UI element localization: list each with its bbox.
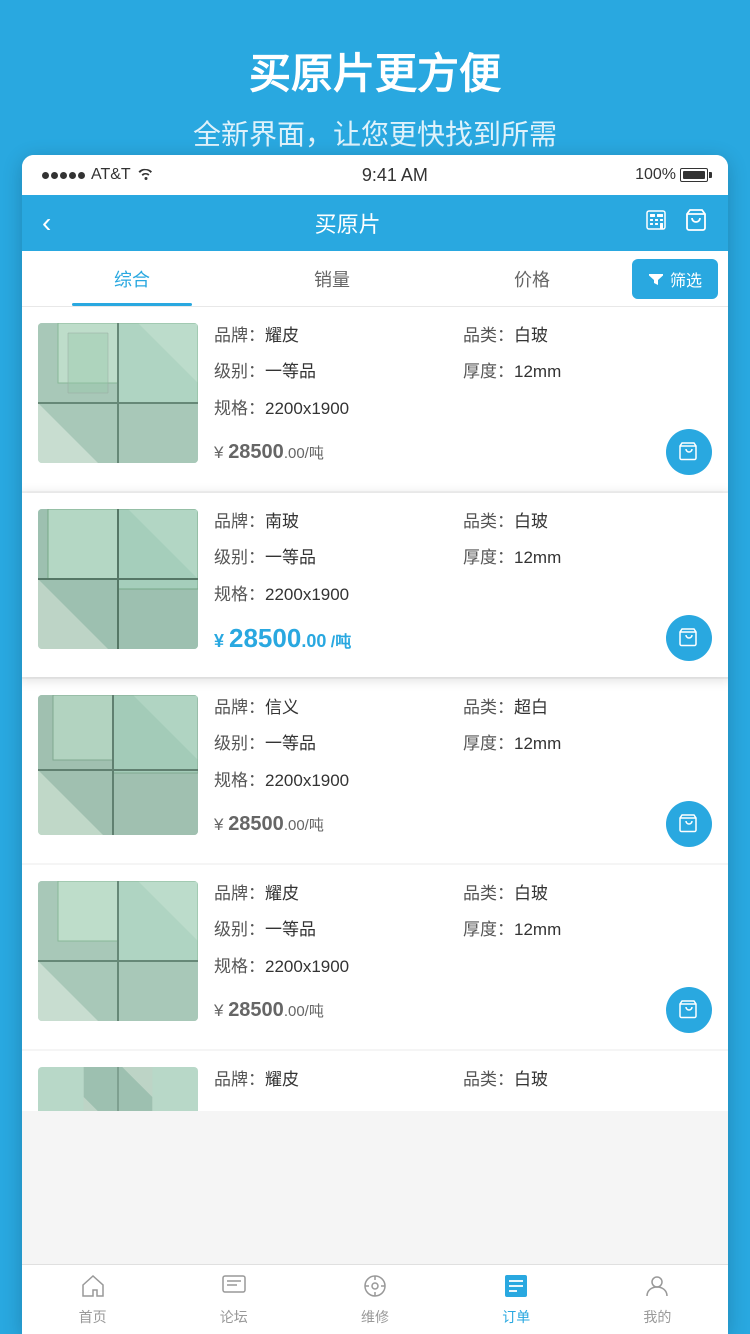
tab-label-repair: 维修 xyxy=(361,1307,389,1327)
tab-label-forum: 论坛 xyxy=(220,1307,248,1327)
product-image-5 xyxy=(38,1067,198,1111)
tab-bar: 首页 论坛 维修 订单 我的 xyxy=(22,1264,728,1334)
sort-item-comprehensive[interactable]: 综合 xyxy=(32,251,232,306)
nav-icons xyxy=(644,208,708,238)
add-to-cart-2[interactable] xyxy=(666,615,712,661)
product-image-3 xyxy=(38,695,198,835)
cart-icon[interactable] xyxy=(684,208,708,238)
add-to-cart-4[interactable] xyxy=(666,987,712,1033)
product-card-2: 品牌：南玻 品类：白玻 级别：一等品 厚度：12mm 规格：2200x1900 … xyxy=(22,493,728,677)
forum-icon xyxy=(221,1273,247,1303)
product-list: 品牌：耀皮 品类：白玻 级别：一等品 厚度：12mm 规格：2200x1900 … xyxy=(22,307,728,1264)
home-icon xyxy=(80,1273,106,1303)
product-card-1: 品牌：耀皮 品类：白玻 级别：一等品 厚度：12mm 规格：2200x1900 … xyxy=(22,307,728,491)
tab-item-forum[interactable]: 论坛 xyxy=(163,1273,304,1327)
product-info-5: 品牌：耀皮 品类：白玻 xyxy=(214,1067,712,1103)
order-icon xyxy=(503,1273,529,1303)
product-card-5: 品牌：耀皮 品类：白玻 xyxy=(22,1051,728,1111)
sort-item-price[interactable]: 价格 xyxy=(432,251,632,306)
sort-item-sales[interactable]: 销量 xyxy=(232,251,432,306)
promo-subtitle: 全新界面，让您更快找到所需 xyxy=(20,113,730,153)
carrier: AT&T xyxy=(91,166,131,184)
wifi-icon xyxy=(137,166,155,185)
product-card-4: 品牌：耀皮 品类：白玻 级别：一等品 厚度：12mm 规格：2200x1900 … xyxy=(22,865,728,1049)
add-to-cart-1[interactable] xyxy=(666,429,712,475)
nav-title: 买原片 xyxy=(315,207,381,239)
tab-item-home[interactable]: 首页 xyxy=(22,1273,163,1327)
product-info-2: 品牌：南玻 品类：白玻 级别：一等品 厚度：12mm 规格：2200x1900 … xyxy=(214,509,712,661)
promo-title: 买原片更方便 xyxy=(20,40,730,101)
sort-bar: 综合 销量 价格 筛选 xyxy=(22,251,728,307)
phone-frame: AT&T 9:41 AM 100% ‹ 买原片 综合 xyxy=(22,155,728,1334)
tab-item-me[interactable]: 我的 xyxy=(587,1273,728,1327)
tab-label-order: 订单 xyxy=(502,1307,530,1327)
repair-icon xyxy=(362,1273,388,1303)
add-to-cart-3[interactable] xyxy=(666,801,712,847)
product-card-3: 品牌：信义 品类：超白 级别：一等品 厚度：12mm 规格：2200x1900 … xyxy=(22,679,728,863)
status-right: 100% xyxy=(635,166,708,184)
product-image-4 xyxy=(38,881,198,1021)
product-info-3: 品牌：信义 品类：超白 级别：一等品 厚度：12mm 规格：2200x1900 … xyxy=(214,695,712,847)
product-info-4: 品牌：耀皮 品类：白玻 级别：一等品 厚度：12mm 规格：2200x1900 … xyxy=(214,881,712,1033)
promo-area: 买原片更方便 全新界面，让您更快找到所需 xyxy=(0,0,750,173)
product-image-2 xyxy=(38,509,198,649)
product-image-1 xyxy=(38,323,198,463)
product-info-1: 品牌：耀皮 品类：白玻 级别：一等品 厚度：12mm 规格：2200x1900 … xyxy=(214,323,712,475)
status-bar: AT&T 9:41 AM 100% xyxy=(22,155,728,195)
tab-item-order[interactable]: 订单 xyxy=(446,1273,587,1327)
tab-label-me: 我的 xyxy=(643,1307,671,1327)
price-1: ¥ 28500.00/吨 xyxy=(214,441,324,464)
signal-dots xyxy=(42,172,85,179)
tab-label-home: 首页 xyxy=(79,1307,107,1327)
price-2: ¥ 28500.00 /吨 xyxy=(214,623,351,654)
me-icon xyxy=(644,1273,670,1303)
filter-button[interactable]: 筛选 xyxy=(632,259,718,299)
nav-bar: ‹ 买原片 xyxy=(22,195,728,251)
battery-percent: 100% xyxy=(635,166,676,184)
price-3: ¥ 28500.00/吨 xyxy=(214,813,324,836)
battery-icon xyxy=(680,168,708,182)
price-4: ¥ 28500.00/吨 xyxy=(214,999,324,1022)
status-left: AT&T xyxy=(42,166,155,185)
tab-item-repair[interactable]: 维修 xyxy=(304,1273,445,1327)
back-button[interactable]: ‹ xyxy=(42,207,51,239)
status-time: 9:41 AM xyxy=(362,165,428,186)
calculator-icon[interactable] xyxy=(644,208,668,238)
